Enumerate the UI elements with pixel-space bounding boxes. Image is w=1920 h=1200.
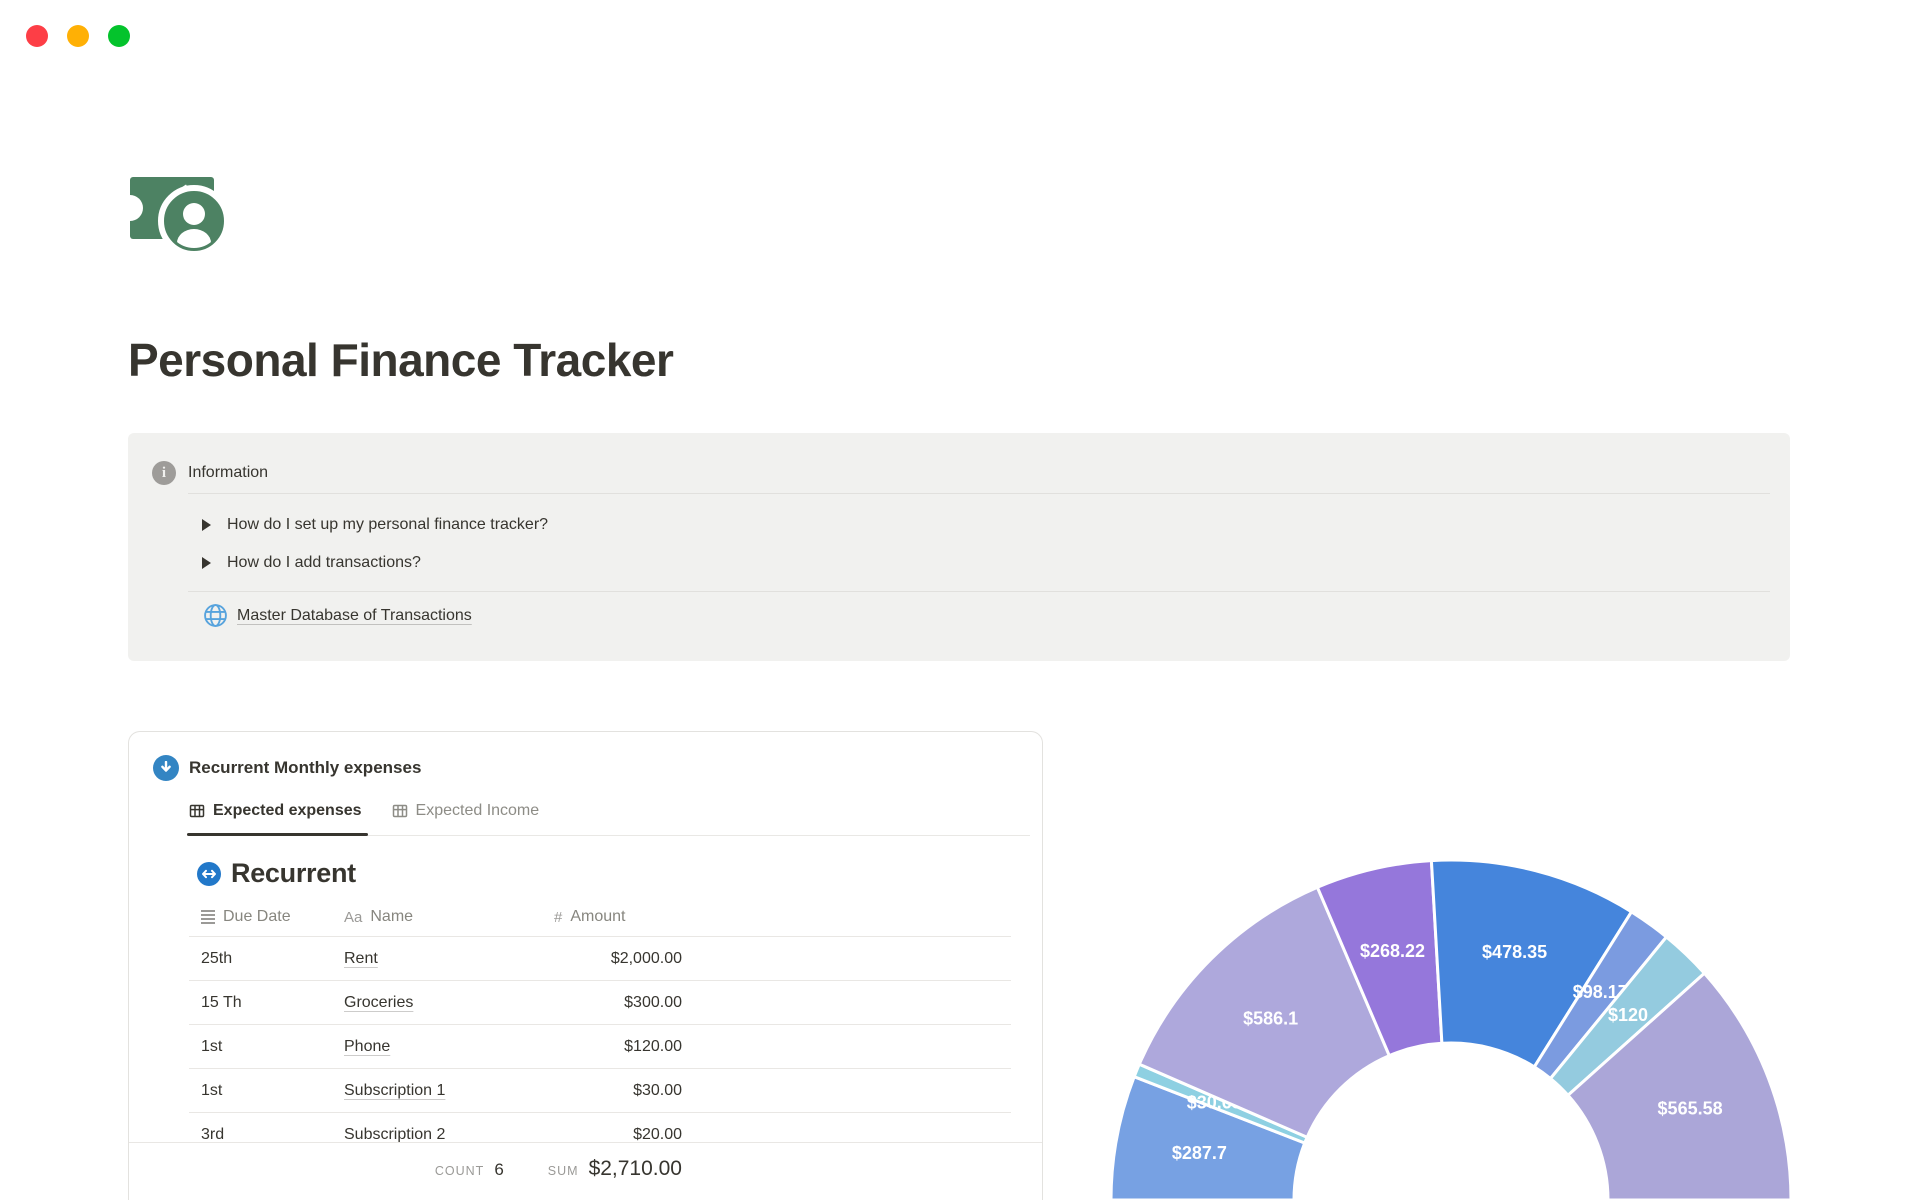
notion-window: Personal Finance Tracker i Information H… bbox=[0, 0, 1920, 1200]
toggle-arrow-icon[interactable] bbox=[202, 519, 211, 531]
column-header-due-date[interactable]: Due Date bbox=[189, 908, 344, 926]
master-database-link[interactable]: Master Database of Transactions bbox=[237, 607, 472, 625]
page-link[interactable]: Subscription 1 bbox=[344, 1082, 445, 1099]
table-icon bbox=[392, 804, 407, 817]
cell-name[interactable]: Subscription 2 bbox=[344, 1126, 519, 1144]
title-property-icon: Aa bbox=[344, 908, 363, 926]
table-icon bbox=[189, 804, 205, 817]
expenses-donut-chart: $287.7$30.68$586.1$268.22 $478.35$98.17$1… bbox=[1109, 858, 1793, 1200]
table-row[interactable]: 1st Phone $120.00 bbox=[189, 1024, 1011, 1068]
information-callout: i Information How do I set up my persona… bbox=[128, 433, 1790, 661]
divider bbox=[188, 591, 1770, 592]
cell-amount[interactable]: $30.00 bbox=[519, 1082, 682, 1100]
tab-expected-income[interactable]: Expected Income bbox=[392, 798, 540, 835]
sum-value[interactable]: $2,710.00 bbox=[589, 1157, 682, 1181]
card-title: Recurrent Monthly expenses bbox=[189, 758, 422, 777]
info-icon: i bbox=[152, 461, 176, 485]
table-header-row: Due Date Aa Name # Amount bbox=[189, 898, 1011, 936]
donut-slice-label: $120 bbox=[1608, 1005, 1648, 1025]
table-row[interactable]: 25th Rent $2,000.00 bbox=[189, 936, 1011, 980]
table-footer: COUNT 6 SUM $2,710.00 bbox=[129, 1142, 1042, 1200]
linked-database-icon bbox=[197, 861, 221, 886]
cell-amount[interactable]: $300.00 bbox=[519, 994, 682, 1012]
zoom-window-button[interactable] bbox=[108, 25, 130, 47]
cell-amount[interactable]: $20.00 bbox=[519, 1126, 682, 1144]
count-label[interactable]: COUNT bbox=[435, 1164, 484, 1178]
cell-name[interactable]: Groceries bbox=[344, 994, 519, 1012]
callout-title: Information bbox=[188, 464, 269, 481]
donut-slice-label: $478.35 bbox=[1482, 942, 1547, 962]
divider bbox=[188, 493, 1770, 494]
toggle-add-transactions-question[interactable]: How do I add transactions? bbox=[202, 547, 421, 579]
page-link[interactable]: Phone bbox=[344, 1038, 390, 1055]
table-row[interactable]: 1st Subscription 1 $30.00 bbox=[189, 1068, 1011, 1112]
toggle-label: How do I add transactions? bbox=[227, 554, 421, 571]
cell-amount[interactable]: $2,000.00 bbox=[519, 950, 682, 968]
tab-label: Expected Income bbox=[415, 801, 540, 819]
tab-label: Expected expenses bbox=[213, 801, 362, 819]
donut-slice-label: $586.1 bbox=[1243, 1008, 1298, 1028]
cell-due-date[interactable]: 1st bbox=[189, 1082, 344, 1100]
column-header-name[interactable]: Aa Name bbox=[344, 908, 519, 926]
cell-due-date[interactable]: 15 Th bbox=[189, 994, 344, 1012]
master-database-link-row[interactable]: Master Database of Transactions bbox=[203, 603, 472, 628]
cell-due-date[interactable]: 25th bbox=[189, 950, 344, 968]
cell-name[interactable]: Subscription 1 bbox=[344, 1082, 519, 1100]
cell-name[interactable]: Phone bbox=[344, 1038, 519, 1056]
recurrent-expenses-card: Recurrent Monthly expenses Expected expe… bbox=[128, 731, 1043, 1200]
column-header-amount[interactable]: # Amount bbox=[519, 908, 682, 926]
donut-slice-label: $565.58 bbox=[1658, 1099, 1723, 1119]
page-title: Personal Finance Tracker bbox=[128, 334, 674, 386]
download-circle-icon bbox=[153, 755, 179, 781]
cell-due-date[interactable]: 1st bbox=[189, 1038, 344, 1056]
sum-label[interactable]: SUM bbox=[548, 1164, 579, 1178]
page-icon-money[interactable] bbox=[117, 160, 232, 263]
globe-icon bbox=[204, 604, 227, 627]
toggle-setup-question[interactable]: How do I set up my personal finance trac… bbox=[202, 509, 548, 541]
section-title[interactable]: Recurrent bbox=[231, 858, 356, 889]
count-value[interactable]: 6 bbox=[494, 1160, 503, 1180]
expenses-table: Due Date Aa Name # Amount 25th Rent $2,0… bbox=[189, 898, 1011, 1156]
cell-due-date[interactable]: 3rd bbox=[189, 1126, 344, 1144]
number-property-icon: # bbox=[554, 908, 563, 926]
page-link[interactable]: Subscription 2 bbox=[344, 1126, 445, 1143]
minimize-window-button[interactable] bbox=[67, 25, 89, 47]
cell-name[interactable]: Rent bbox=[344, 950, 519, 968]
donut-slice-label: $268.22 bbox=[1360, 941, 1425, 961]
page-link[interactable]: Rent bbox=[344, 950, 378, 967]
page-link[interactable]: Groceries bbox=[344, 994, 413, 1011]
donut-slice-label: $287.7 bbox=[1172, 1143, 1227, 1163]
close-window-button[interactable] bbox=[26, 25, 48, 47]
toggle-arrow-icon[interactable] bbox=[202, 557, 211, 569]
table-row[interactable]: 15 Th Groceries $300.00 bbox=[189, 980, 1011, 1024]
view-tabs: Expected expenses Expected Income bbox=[187, 798, 1030, 836]
tab-expected-expenses[interactable]: Expected expenses bbox=[187, 798, 368, 836]
cell-amount[interactable]: $120.00 bbox=[519, 1038, 682, 1056]
text-lines-icon bbox=[201, 908, 215, 926]
toggle-label: How do I set up my personal finance trac… bbox=[227, 516, 549, 533]
